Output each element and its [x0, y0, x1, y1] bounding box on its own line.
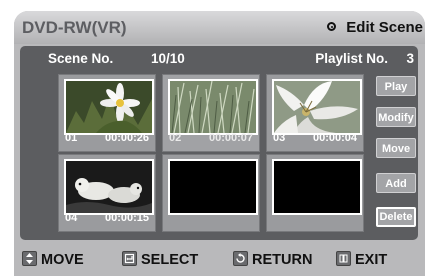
footer-help-bar: MOVE SELECT RETURN EXIT — [14, 242, 425, 276]
scene-timecode: 00:00:15 — [104, 212, 149, 224]
lily-icon — [272, 79, 362, 135]
scene-timecode: 00:00:04 — [312, 132, 357, 144]
select-hint: SELECT — [122, 251, 198, 268]
scene-count: 10/10 — [151, 51, 185, 66]
exit-label: EXIT — [355, 252, 388, 268]
title-bar: DVD-RW(VR) Edit Scene — [14, 11, 425, 44]
move-button[interactable]: Move — [376, 138, 416, 158]
empty-thumbnail — [272, 159, 362, 215]
return-icon — [233, 251, 248, 266]
scene-timecode: 00:00:26 — [104, 132, 149, 144]
scene-tile-03[interactable]: 03 00:00:04 — [266, 74, 364, 152]
scene-index: 02 — [169, 132, 182, 144]
playlist-number: 3 — [406, 51, 414, 66]
otters-icon — [64, 159, 154, 215]
scene-tile-empty[interactable] — [266, 154, 364, 232]
scene-header: Scene No. 10/10 Playlist No. 3 — [20, 46, 418, 68]
scene-index: 03 — [273, 132, 286, 144]
add-button[interactable]: Add — [376, 173, 416, 193]
disc-type-label: DVD-RW(VR) — [22, 18, 127, 37]
scene-index: 01 — [65, 132, 78, 144]
updown-arrow-icon — [22, 251, 37, 266]
empty-thumbnail — [168, 159, 258, 215]
exit-hint: EXIT — [336, 251, 387, 268]
flower-icon — [64, 79, 154, 135]
play-button[interactable]: Play — [376, 76, 416, 96]
edit-scene-screen: DVD-RW(VR) Edit Scene Scene No. 10/10 Pl… — [14, 11, 425, 276]
scene-timecode: 00:00:07 — [208, 132, 253, 144]
move-label: MOVE — [41, 252, 84, 268]
scene-index: 04 — [65, 212, 78, 224]
return-label: RETURN — [252, 252, 313, 268]
scene-tile-01[interactable]: 01 00:00:26 — [58, 74, 156, 152]
screen-title-text: Edit Scene — [346, 19, 423, 36]
delete-button[interactable]: Delete — [376, 207, 416, 227]
return-hint: RETURN — [233, 251, 312, 268]
modify-button[interactable]: Modify — [376, 107, 416, 127]
screen-title: Edit Scene — [327, 19, 423, 36]
menu-icon — [336, 251, 351, 266]
move-hint: MOVE — [22, 251, 84, 268]
grass-icon — [168, 79, 258, 135]
scene-tile-04[interactable]: 04 00:00:15 — [58, 154, 156, 232]
select-label: SELECT — [141, 252, 199, 268]
scene-panel: Scene No. 10/10 Playlist No. 3 01 00:00:… — [20, 46, 418, 240]
scene-number-label: Scene No. — [48, 51, 114, 66]
playlist-number-label: Playlist No. — [315, 51, 388, 66]
disc-icon — [327, 22, 337, 31]
scene-tile-empty[interactable] — [162, 154, 260, 232]
enter-icon — [122, 251, 137, 266]
scene-tile-02[interactable]: 02 00:00:07 — [162, 74, 260, 152]
